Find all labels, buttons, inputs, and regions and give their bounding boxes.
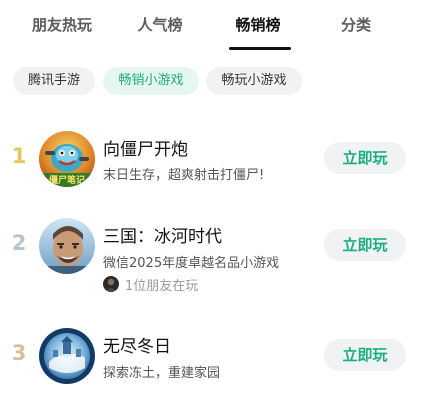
filter-chips: 腾讯手游 畅销小游戏 畅玩小游戏: [0, 67, 423, 97]
rank-number: 1: [11, 144, 27, 168]
game-list-item[interactable]: 3 无尽冬日 探索冻土，重建家园 立即玩: [0, 318, 423, 410]
chip-bestselling-mini-games[interactable]: 畅销小游戏: [103, 67, 199, 95]
tab-bestseller-ranking[interactable]: 畅销榜: [218, 14, 298, 36]
friends-playing: 1位朋友在玩: [103, 275, 199, 294]
game-title: 无尽冬日: [103, 337, 171, 357]
endless-winter-game-icon[interactable]: [39, 328, 95, 384]
game-description: 末日生存，超爽射击打僵尸!: [103, 168, 265, 183]
tab-popularity-ranking[interactable]: 人气榜: [120, 14, 200, 36]
chip-free-play-mini-games[interactable]: 畅玩小游戏: [206, 67, 302, 95]
svg-text:僵尸笔记: 僵尸笔记: [49, 174, 85, 186]
game-title: 三国：冰河时代: [103, 227, 222, 247]
tab-category[interactable]: 分类: [316, 14, 396, 36]
rank-number: 3: [11, 341, 27, 365]
game-title: 向僵尸开炮: [103, 140, 188, 160]
active-tab-indicator: [229, 47, 291, 50]
zombie-game-icon[interactable]: 僵尸笔记: [39, 131, 95, 187]
three-kingdoms-game-icon[interactable]: [39, 218, 95, 274]
game-description: 微信2025年度卓越名品小游戏: [103, 256, 280, 271]
play-now-button[interactable]: 立即玩: [324, 142, 406, 174]
play-now-button[interactable]: 立即玩: [324, 339, 406, 371]
friends-playing-label: 1位朋友在玩: [125, 278, 199, 294]
game-list-item[interactable]: 2 三国：冰河时代 微信2025年度卓越名品小游戏 1位朋友在玩 立即玩: [0, 208, 423, 300]
game-list-item[interactable]: 1 僵尸笔记 向僵尸开炮 末日生存，超爽射击打僵尸! 立即玩: [0, 113, 423, 205]
play-now-button[interactable]: 立即玩: [324, 229, 406, 261]
friend-avatar: [103, 276, 119, 292]
rank-number: 2: [11, 231, 27, 255]
top-tab-bar: 朋友热玩 人气榜 畅销榜 分类: [0, 0, 423, 52]
chip-tencent-mobile-games[interactable]: 腾讯手游: [13, 67, 95, 95]
tab-friends-hot[interactable]: 朋友热玩: [22, 14, 102, 36]
game-description: 探索冻土，重建家园: [103, 366, 221, 381]
